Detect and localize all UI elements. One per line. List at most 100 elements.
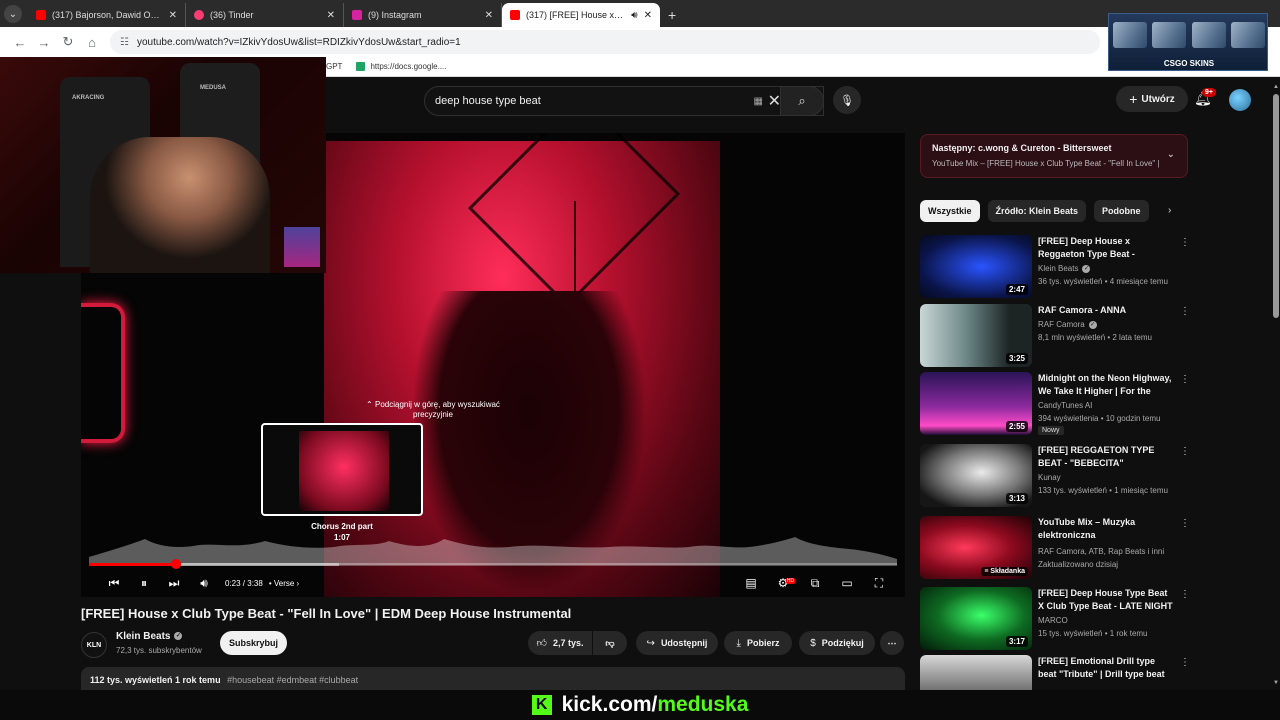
- new-tab-icon[interactable]: +: [668, 7, 676, 23]
- video-thumbnail[interactable]: [920, 655, 1032, 690]
- recommendation-item[interactable]: ≡ Składanka YouTube Mix – Muzyka elektro…: [920, 516, 1192, 580]
- home-icon[interactable]: ⌂: [80, 35, 104, 50]
- recommendation-channel[interactable]: MARCO: [1038, 616, 1068, 625]
- chip-related[interactable]: Podobne: [1094, 200, 1149, 222]
- bookmark-label: GPT: [326, 62, 343, 71]
- fullscreen-icon[interactable]: ⛶: [863, 576, 895, 591]
- search-input[interactable]: deep house type beat ▦ ✕: [424, 86, 824, 116]
- browser-tab[interactable]: (317) Bajorson, Dawid Obserwa ✕: [28, 3, 186, 27]
- recommendation-title[interactable]: [FREE] Emotional Drill type beat "Tribut…: [1038, 655, 1174, 681]
- more-vertical-icon[interactable]: ⋮: [1180, 518, 1190, 529]
- previous-icon[interactable]: ⏮︎: [99, 576, 129, 591]
- video-thumbnail[interactable]: 3:13: [920, 444, 1032, 507]
- tab-search-icon[interactable]: ⌄: [4, 5, 22, 23]
- recommendation-channel[interactable]: CandyTunes AI: [1038, 401, 1092, 410]
- recommendation-item[interactable]: 2:47 [FREE] Deep House x Reggaeton Type …: [920, 235, 1192, 299]
- recommendation-item[interactable]: 2:55 Midnight on the Neon Highway, We Ta…: [920, 372, 1192, 436]
- tab-close-icon[interactable]: ✕: [327, 10, 335, 21]
- browser-tab-active[interactable]: (317) [FREE] House x Club T 🔊︎ ✕: [502, 3, 660, 27]
- site-info-icon[interactable]: ☷: [120, 37, 129, 48]
- video-thumbnail[interactable]: 3:25: [920, 304, 1032, 367]
- recommendation-meta: 8,1 mln wyświetleń • 2 lata temu: [1038, 333, 1152, 342]
- video-thumbnail[interactable]: 2:55: [920, 372, 1032, 435]
- tab-audio-icon[interactable]: 🔊︎: [631, 10, 637, 21]
- reload-icon[interactable]: ↻: [56, 34, 80, 50]
- recommendation-channel[interactable]: RAF Camora, ATB, Rap Beats i inni: [1038, 547, 1164, 556]
- verified-icon: ✓: [1088, 320, 1097, 329]
- dislike-button[interactable]: 👎︎: [593, 631, 627, 655]
- recommendation-title[interactable]: [FREE] REGGAETON TYPE BEAT - "BEBECITA": [1038, 444, 1174, 470]
- up-next-panel[interactable]: Następny: c.wong & Cureton - Bittersweet…: [920, 134, 1188, 178]
- channel-avatar[interactable]: KLN: [81, 632, 107, 658]
- video-thumbnail[interactable]: 2:47: [920, 235, 1032, 298]
- scroll-up-icon[interactable]: ▲: [1272, 84, 1280, 90]
- search-button[interactable]: ⌕: [780, 86, 824, 116]
- video-thumbnail[interactable]: 3:17: [920, 587, 1032, 650]
- tab-close-icon[interactable]: ✕: [485, 10, 493, 21]
- recommendation-title[interactable]: Midnight on the Neon Highway, We Take It…: [1038, 372, 1174, 398]
- miniplayer-icon[interactable]: ⧉: [799, 576, 831, 591]
- recommendation-item[interactable]: [FREE] Emotional Drill type beat "Tribut…: [920, 655, 1192, 690]
- forward-icon[interactable]: →: [32, 35, 56, 50]
- progress-scrubber[interactable]: [171, 559, 182, 569]
- download-button[interactable]: ⤓ Pobierz: [724, 631, 792, 655]
- clear-search-icon[interactable]: ✕: [768, 91, 781, 111]
- settings-gear-icon[interactable]: ⚙︎ HD: [767, 576, 799, 590]
- like-button[interactable]: 👍︎ 2,7 tys.: [528, 631, 592, 655]
- recommendation-channel[interactable]: Kunay: [1038, 473, 1061, 482]
- share-button[interactable]: ↪ Udostępnij: [636, 631, 718, 655]
- more-vertical-icon[interactable]: ⋮: [1180, 306, 1190, 317]
- theater-mode-icon[interactable]: ▭: [831, 576, 863, 590]
- browser-tab[interactable]: (36) Tinder ✕: [186, 3, 344, 27]
- browser-tab[interactable]: (9) Instagram ✕: [344, 3, 502, 27]
- back-icon[interactable]: ←: [8, 35, 32, 50]
- more-vertical-icon[interactable]: ⋮: [1180, 657, 1190, 668]
- recommendation-item[interactable]: 3:25 RAF Camora - ANNA RAF Camora ✓ 8,1 m…: [920, 304, 1192, 368]
- more-actions-button[interactable]: ⋯: [880, 631, 904, 655]
- subscribe-button[interactable]: Subskrybuj: [220, 631, 287, 655]
- next-icon[interactable]: ⏭︎: [159, 576, 189, 591]
- more-vertical-icon[interactable]: ⋮: [1180, 237, 1190, 248]
- bookmark-docs[interactable]: https://docs.google....: [356, 62, 447, 71]
- more-vertical-icon[interactable]: ⋮: [1180, 589, 1190, 600]
- chip-source[interactable]: Źródło: Klein Beats: [987, 200, 1087, 222]
- recommendation-title[interactable]: [FREE] Deep House Type Beat X Club Type …: [1038, 587, 1174, 613]
- chip-all[interactable]: Wszystkie: [920, 200, 980, 222]
- address-bar[interactable]: ☷ youtube.com/watch?v=IZkivYdosUw&list=R…: [110, 30, 1100, 54]
- recommendation-item[interactable]: 3:13 [FREE] REGGAETON TYPE BEAT - "BEBEC…: [920, 444, 1192, 508]
- recommendation-channel[interactable]: RAF Camora ✓: [1038, 320, 1097, 329]
- tinder-favicon-icon: [194, 10, 204, 20]
- tab-close-icon[interactable]: ✕: [644, 10, 652, 21]
- recommendation-channel[interactable]: Klein Beats ✓: [1038, 264, 1091, 273]
- voice-search-button[interactable]: 🎙︎: [833, 86, 861, 114]
- recommendation-title[interactable]: YouTube Mix – Muzyka elektroniczna: [1038, 516, 1174, 542]
- hashtags[interactable]: #housebeat #edmbeat #clubbeat: [227, 675, 358, 685]
- double-chevron-up-icon: ⌃: [366, 400, 373, 409]
- playlist-thumbnail[interactable]: ≡ Składanka: [920, 516, 1032, 579]
- recommendation-item[interactable]: 3:17 [FREE] Deep House Type Beat X Club …: [920, 587, 1192, 651]
- keyboard-icon[interactable]: ▦: [754, 96, 763, 107]
- verified-icon: ✓: [174, 632, 183, 641]
- volume-icon[interactable]: 🔊︎: [189, 576, 219, 591]
- account-avatar[interactable]: [1229, 89, 1251, 111]
- scroll-down-icon[interactable]: ▼: [1272, 680, 1280, 686]
- channel-name[interactable]: Klein Beats ✓: [116, 631, 183, 642]
- tab-close-icon[interactable]: ✕: [169, 10, 177, 21]
- more-vertical-icon[interactable]: ⋮: [1180, 446, 1190, 457]
- scrollbar-thumb[interactable]: [1273, 94, 1279, 318]
- chapter-button[interactable]: • Verse ›: [269, 579, 299, 588]
- chevron-right-icon[interactable]: ›: [1168, 205, 1171, 216]
- recommendation-title[interactable]: RAF Camora - ANNA: [1038, 304, 1174, 317]
- tab-title: (9) Instagram: [368, 10, 422, 20]
- led-light: [284, 227, 320, 267]
- progress-bar[interactable]: [89, 559, 897, 569]
- more-vertical-icon[interactable]: ⋮: [1180, 374, 1190, 385]
- time-display: 0:23 / 3:38: [225, 578, 263, 588]
- chevron-down-icon[interactable]: ⌄: [1167, 149, 1175, 160]
- create-button[interactable]: + Utwórz: [1116, 86, 1188, 112]
- subtitles-icon[interactable]: ▤: [735, 576, 767, 590]
- recommendation-title[interactable]: [FREE] Deep House x Reggaeton Type Beat …: [1038, 235, 1174, 261]
- bookmark-gpt[interactable]: GPT: [326, 62, 342, 71]
- pause-icon[interactable]: ⏸︎: [129, 576, 159, 591]
- thanks-button[interactable]: $ Podziękuj: [799, 631, 875, 655]
